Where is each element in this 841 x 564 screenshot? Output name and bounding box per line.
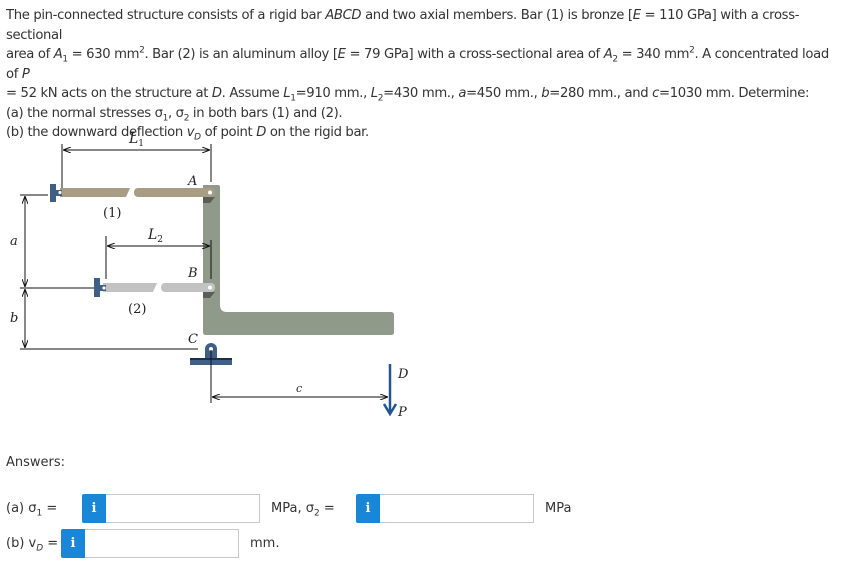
label-D: D (397, 367, 409, 382)
sigma2-input[interactable] (380, 494, 534, 523)
wall-support-1 (50, 184, 56, 202)
label-P: P (397, 405, 407, 420)
bar-1: (1) (50, 184, 215, 221)
answer-row-a: (a) σ1 = i MPa, σ2 = i MPa (6, 494, 571, 523)
sigma1-input[interactable] (106, 494, 260, 523)
label-bar-2: (2) (128, 302, 146, 317)
vD-input[interactable] (85, 529, 239, 558)
wall-support-2 (94, 278, 100, 297)
bar-2: (2) (94, 278, 215, 317)
label-c: c (296, 382, 302, 395)
label-a: a (10, 234, 18, 249)
info-icon: i (91, 501, 97, 516)
problem-line-2: area of A1 = 630 mm2. Bar (2) is an alum… (6, 45, 829, 82)
vD-label: (b) vD = (6, 536, 59, 554)
label-b: b (10, 311, 18, 326)
label-A: A (187, 174, 197, 189)
load-arrow-P: D P (382, 364, 409, 420)
problem-statement: The pin-connected structure consists of … (6, 6, 841, 143)
label-L1: L1 (128, 131, 144, 149)
problem-line-3: = 52 kN acts on the structure at D. Assu… (6, 86, 810, 104)
vD-info-button[interactable]: i (61, 529, 85, 558)
answers-heading: Answers: (6, 455, 66, 470)
structure-diagram: L1 (1) L2 (2) A B C a b c D P (10, 131, 409, 420)
rigid-bar-ABCD (203, 185, 394, 335)
info-icon: i (70, 536, 76, 551)
info-icon: i (365, 501, 371, 516)
sigma1-label: (a) σ1 = (6, 501, 58, 519)
label-C: C (188, 332, 198, 347)
vD-unit: mm. (250, 536, 280, 551)
sigma1-info-button[interactable]: i (82, 494, 106, 523)
label-bar-1: (1) (103, 206, 121, 221)
problem-line-1: The pin-connected structure consists of … (6, 8, 800, 43)
label-B: B (187, 266, 198, 281)
problem-line-4: (a) the normal stresses σ1, σ2 in both b… (6, 105, 343, 124)
sigma2-unit: MPa (545, 501, 572, 516)
sigma2-info-button[interactable]: i (356, 494, 380, 523)
sigma1-unit-sigma2-label: MPa, σ2 = (271, 501, 335, 519)
label-L2: L2 (147, 227, 163, 245)
dimension-c: c (210, 350, 388, 403)
answer-row-b: (b) vD = i mm. (6, 529, 279, 558)
